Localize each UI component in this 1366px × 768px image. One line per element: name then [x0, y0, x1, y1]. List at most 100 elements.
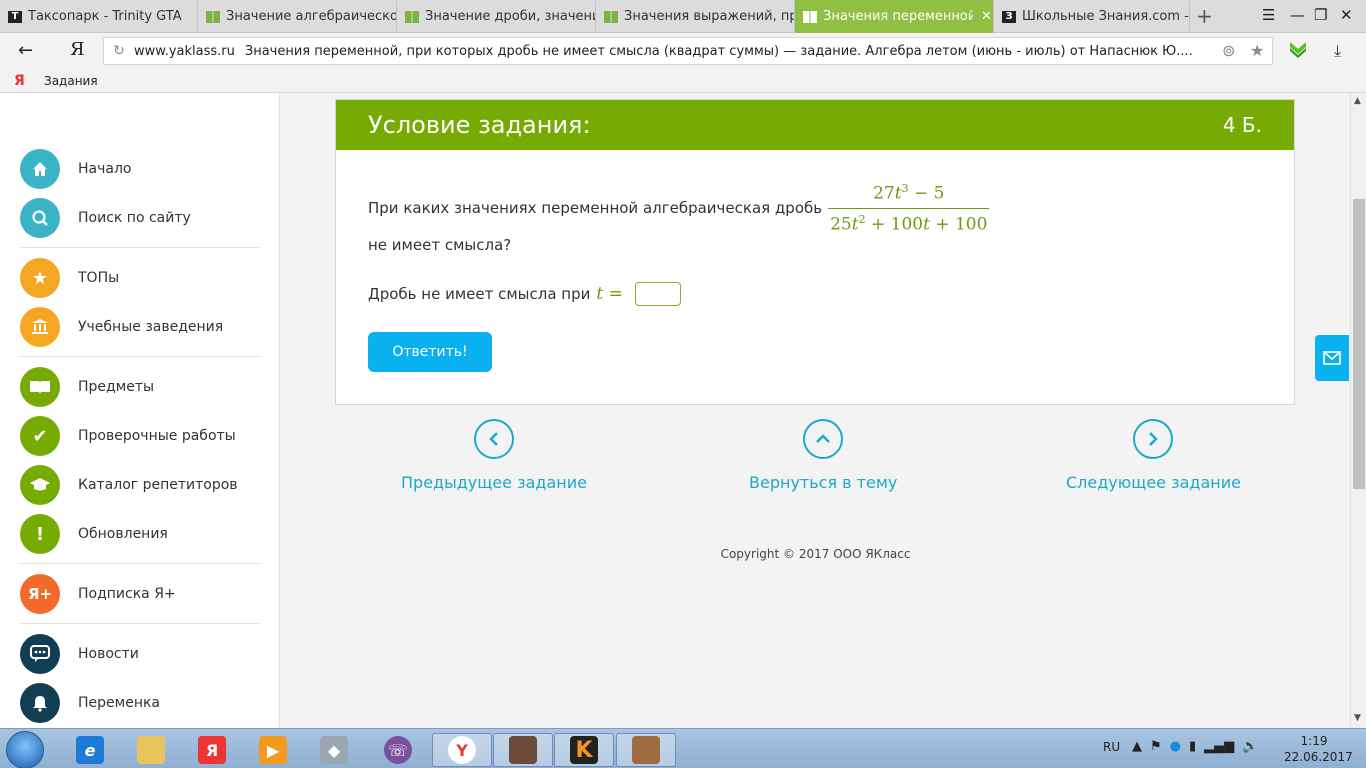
book-icon	[20, 367, 60, 407]
main-content: Условие задания: 4 Б. При каких значения…	[281, 93, 1350, 728]
back-to-topic-label: Вернуться в тему	[749, 473, 898, 492]
url-domain: www.yaklass.ru	[134, 43, 235, 59]
tab-school-knowledge[interactable]: З Школьные Знания.com - Ре	[994, 0, 1190, 33]
restore-icon[interactable]: ❐	[1314, 6, 1327, 24]
chat-icon	[20, 634, 60, 674]
home-icon	[20, 149, 60, 189]
book-icon	[206, 10, 220, 23]
close-tab-icon[interactable]: ✕	[981, 9, 992, 24]
tray-circle-icon[interactable]: ●	[1170, 739, 1181, 754]
language-indicator[interactable]: RU	[1103, 740, 1120, 754]
tab-label: Значение дроби, значение	[425, 9, 595, 24]
institution-icon	[20, 307, 60, 347]
tray-volume-icon[interactable]: 🔈	[1242, 739, 1258, 754]
back-arrow-icon[interactable]: ←	[18, 40, 33, 61]
sidebar-item-label: Каталог репетиторов	[78, 477, 238, 493]
sidebar-item-updates[interactable]: ! Обновления	[20, 514, 270, 554]
sidebar-item-tops[interactable]: ★ ТОПы	[20, 258, 270, 298]
download-icon[interactable]: ⤓	[1334, 41, 1341, 61]
answer-input[interactable]	[634, 282, 681, 306]
next-task-link[interactable]: Следующее задание	[1066, 419, 1241, 492]
sidebar-item-search[interactable]: Поиск по сайту	[20, 198, 270, 238]
scroll-thumb[interactable]	[1353, 199, 1365, 489]
new-tab-icon[interactable]: +	[1196, 6, 1213, 26]
system-tray: ▲ ⚑ ● ▮ ▂▄▆ 🔈	[1132, 739, 1258, 754]
exclamation-icon: !	[20, 514, 60, 554]
yandex-logo[interactable]: Я	[70, 39, 85, 60]
protect-icon[interactable]: ⊚	[1222, 41, 1235, 60]
yandex-download-icon[interactable]	[1288, 39, 1308, 59]
viber-icon[interactable]: ☏	[368, 733, 428, 767]
book-icon	[803, 10, 817, 23]
back-to-topic-link[interactable]: Вернуться в тему	[749, 419, 897, 492]
url-field[interactable]: ↻ www.yaklass.ru Значения переменной, пр…	[103, 37, 1273, 65]
sidebar-item-home[interactable]: Начало	[20, 149, 270, 189]
submit-button[interactable]: Ответить!	[368, 332, 492, 372]
sidebar-item-subjects[interactable]: Предметы	[20, 367, 270, 407]
task-header: Условие задания: 4 Б.	[336, 100, 1294, 150]
feedback-mail-button[interactable]	[1315, 335, 1349, 381]
sidebar-item-label: Поиск по сайту	[78, 210, 191, 226]
question-tail: не имеет смысла?	[368, 236, 512, 255]
reload-icon[interactable]: ↻	[104, 43, 134, 59]
page-scrollbar[interactable]: ▲ ▼	[1350, 93, 1366, 728]
scroll-down-icon[interactable]: ▼	[1354, 713, 1361, 723]
question-text: При каких значениях переменной алгебраич…	[368, 199, 823, 218]
tray-battery-icon[interactable]: ▮	[1189, 739, 1196, 754]
sidebar-item-tutors[interactable]: Каталог репетиторов	[20, 465, 270, 505]
yandex-browser-taskbar-icon[interactable]: Я	[182, 733, 242, 767]
question: При каких значениях переменной алгебраич…	[368, 182, 1248, 254]
bookmark-tasks[interactable]: Задания	[44, 74, 98, 88]
tray-flag-icon[interactable]: ⚑	[1150, 739, 1162, 754]
tray-up-arrow-icon[interactable]: ▲	[1132, 739, 1142, 754]
tool-icon[interactable]: ◆	[304, 733, 364, 767]
task-score: 4 Б.	[1222, 113, 1262, 137]
graduation-cap-icon	[20, 465, 60, 505]
sidebar-item-tests[interactable]: ✔ Проверочные работы	[20, 416, 270, 456]
mail-icon	[1323, 351, 1341, 365]
sidebar-item-institutions[interactable]: Учебные заведения	[20, 307, 270, 347]
prev-task-label: Предыдущее задание	[401, 473, 587, 492]
sidebar-item-news[interactable]: Новости	[20, 634, 270, 674]
gta-icon[interactable]	[616, 733, 676, 767]
tab-algebraic-value[interactable]: Значение алгебраической	[198, 0, 397, 33]
explorer-icon[interactable]	[121, 733, 181, 767]
taskbar: e Я ▶ ◆ ☏ Y K RU ▲ ⚑ ● ▮ ▂▄▆ 🔈 1:19 22.0…	[0, 728, 1366, 768]
chevron-right-icon	[1133, 419, 1174, 459]
sidebar-item-break[interactable]: Переменка	[20, 683, 270, 723]
scroll-up-icon[interactable]: ▲	[1354, 96, 1361, 106]
sidebar-item-label: Учебные заведения	[78, 319, 224, 335]
close-window-icon[interactable]: ✕	[1340, 6, 1353, 24]
start-button[interactable]	[6, 731, 44, 768]
sidebar-item-subscription[interactable]: Я+ Подписка Я+	[20, 574, 270, 614]
sidebar-divider	[20, 356, 260, 357]
book-icon	[405, 10, 419, 23]
ie-icon[interactable]: e	[60, 733, 120, 767]
ya-plus-icon: Я+	[20, 574, 60, 614]
game-avatar-icon[interactable]	[493, 733, 553, 767]
tab-fraction-value[interactable]: Значение дроби, значение	[397, 0, 596, 33]
tab-taxopark[interactable]: T Таксопарк - Trinity GTA	[0, 0, 198, 33]
sidebar-divider	[20, 623, 260, 624]
fraction: 27t3 − 5 25t2 + 100t + 100	[828, 182, 990, 234]
media-player-icon[interactable]: ▶	[243, 733, 303, 767]
sidebar-item-label: Новости	[78, 646, 139, 662]
task-navigation: Предыдущее задание Вернуться в тему След…	[335, 419, 1295, 499]
sidebar-item-label: Проверочные работы	[78, 428, 236, 444]
fraction-numerator: 27t3 − 5	[873, 182, 945, 204]
bookmark-star-icon[interactable]: ★	[1250, 41, 1264, 60]
prev-task-link[interactable]: Предыдущее задание	[401, 419, 587, 492]
bookmarks-bar: Я Задания	[0, 69, 1366, 93]
tab-expression-values[interactable]: Значения выражений, при	[596, 0, 795, 33]
clock[interactable]: 1:19 22.06.2017	[1284, 733, 1353, 765]
menu-icon[interactable]: ☰	[1262, 6, 1275, 24]
yandex-bookmark-icon: Я	[14, 72, 25, 89]
sidebar-item-label: Начало	[78, 161, 132, 177]
tab-variable-values[interactable]: Значения переменной, п ✕	[795, 0, 994, 33]
k-app-icon[interactable]: K	[554, 733, 614, 767]
sidebar: Начало Поиск по сайту ★ ТОПы Учебные зав…	[0, 93, 280, 728]
tray-signal-icon[interactable]: ▂▄▆	[1204, 739, 1234, 754]
yandex-taskbar-icon[interactable]: Y	[432, 733, 492, 767]
tab-label: Значение алгебраической	[226, 9, 396, 24]
minimize-icon[interactable]: —	[1290, 6, 1305, 24]
